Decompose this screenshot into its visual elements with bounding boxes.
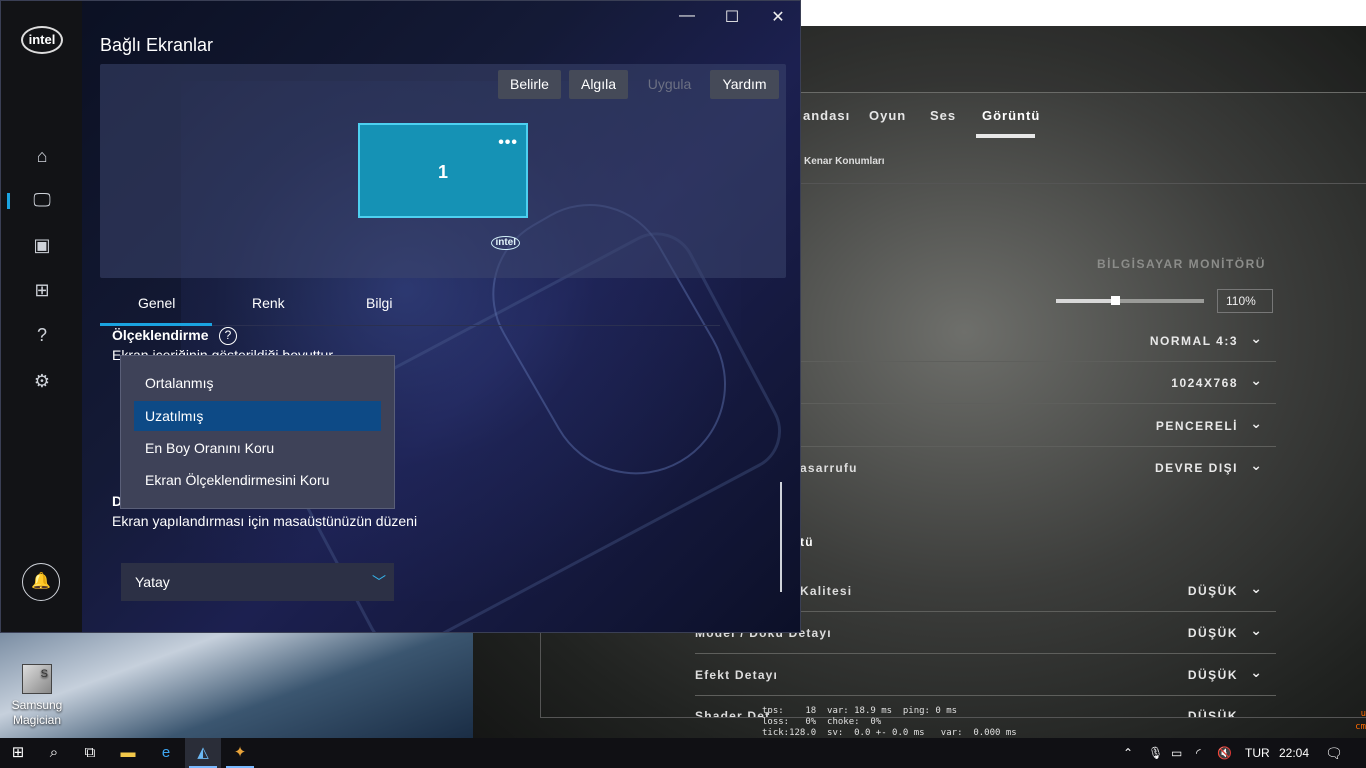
scaling-option-centered[interactable]: Ortalanmış	[134, 368, 381, 398]
minimize-button[interactable]: —	[672, 7, 702, 25]
setting-value: DÜŞÜK	[1187, 709, 1238, 717]
page-title: Bağlı Ekranlar	[100, 35, 214, 55]
orientation-select[interactable]: Yatay ﹀	[121, 563, 394, 601]
setting-value: DEVRE DIŞI	[1154, 461, 1238, 475]
chevron-down-icon: ⌄	[1250, 330, 1262, 346]
chevron-down-icon: ⌄	[1250, 415, 1262, 431]
chevron-up-icon[interactable]: ⌃	[1123, 746, 1133, 760]
more-options-icon[interactable]: •••	[498, 95, 518, 190]
settings-icon[interactable]: ⚙	[29, 368, 55, 394]
chevron-down-icon: ⌄	[1250, 457, 1262, 473]
setting-label: Kalitesi	[800, 584, 853, 598]
intel-logo: intel	[21, 26, 63, 54]
scaling-title: Ölçeklendirme	[112, 327, 209, 343]
language-indicator[interactable]: TUR	[1245, 746, 1270, 760]
display-tile-1[interactable]: 1 ••• intel	[358, 123, 528, 250]
setting-label: Efekt Detayı	[695, 668, 779, 682]
help-icon[interactable]: ?	[29, 322, 55, 348]
scaling-option-keep-aspect[interactable]: En Boy Oranını Koru	[134, 433, 381, 463]
display-number: 1	[437, 162, 448, 182]
setting-value: PENCERELİ	[1155, 419, 1238, 433]
scaling-dropdown-menu: Ortalanmış Uzatılmış En Boy Oranını Koru…	[120, 355, 395, 509]
search-icon[interactable]: ⌕	[36, 738, 72, 768]
desktop-wallpaper	[0, 632, 473, 738]
setting-value: DÜŞÜK	[1187, 668, 1238, 682]
apply-button[interactable]: Uygula	[638, 70, 701, 99]
game-subnav-item[interactable]: Kenar Konumları	[804, 156, 885, 167]
close-button[interactable]: ✕	[763, 7, 793, 27]
intel-app-icon[interactable]: ◭	[185, 738, 221, 768]
chevron-down-icon: ⌄	[1250, 580, 1262, 596]
orientation-value: Yatay	[135, 574, 170, 590]
setting-value: 1024X768	[1171, 376, 1238, 390]
monitor-section-header: BİLGİSAYAR MONİTÖRÜ	[1097, 257, 1266, 271]
notification-center-icon[interactable]: 🗨	[1325, 745, 1343, 762]
video-icon[interactable]: ▣	[29, 232, 55, 258]
setting-label: asarrufu	[800, 461, 858, 475]
bell-icon[interactable]: 🔔	[22, 563, 60, 601]
scaling-help-icon[interactable]: ?	[219, 327, 237, 345]
detect-button[interactable]: Algıla	[569, 70, 628, 99]
setting-value: NORMAL 4:3	[1149, 334, 1238, 348]
edge-icon[interactable]: e	[148, 738, 184, 768]
setting-value: DÜŞÜK	[1187, 584, 1238, 598]
brightness-value[interactable]: 110%	[1217, 289, 1273, 313]
console-red-text: u cm	[1355, 709, 1366, 732]
game-tab-game[interactable]: Oyun	[869, 108, 906, 123]
game-tab-controls[interactable]: andası	[803, 108, 850, 123]
game-app-icon[interactable]: ✦	[222, 738, 258, 768]
section-header-advanced: tü	[800, 535, 814, 549]
intel-graphics-window: intel ⌂ 🖵 ▣ ⊞ ? ⚙ 🔔 — ☐ ✕ Bağlı Ekranlar…	[0, 0, 801, 633]
game-tab-video[interactable]: Görüntü	[982, 108, 1040, 123]
chevron-down-icon: ⌄	[1250, 372, 1262, 388]
brightness-slider[interactable]	[1056, 296, 1204, 305]
setting-label: Shader Det	[695, 709, 771, 717]
battery-icon[interactable]: ▭	[1171, 746, 1182, 760]
windows-start-icon[interactable]: ⊞	[0, 738, 36, 768]
orientation-description: Ekran yapılandırması için masaüstünüzün …	[112, 513, 418, 529]
tab-color[interactable]: Renk	[252, 295, 285, 311]
samsung-magician-shortcut[interactable]: S Samsung Magician	[8, 664, 66, 728]
selected-indicator	[7, 193, 10, 209]
apps-icon[interactable]: ⊞	[29, 277, 55, 303]
tab-info[interactable]: Bilgi	[366, 295, 392, 311]
chevron-down-icon: ﹀	[372, 574, 386, 590]
desktop-icon-label: Samsung Magician	[11, 698, 63, 727]
chevron-down-icon: ⌄	[1250, 664, 1262, 680]
volume-muted-icon[interactable]: 🔇	[1217, 746, 1232, 760]
game-title-bar	[801, 0, 1366, 26]
active-tab-indicator	[100, 323, 212, 326]
netgraph-console: tps: 18 var: 18.9 ms ping: 0 ms loss: 0%…	[762, 706, 1017, 738]
scaling-option-keep-display[interactable]: Ekran Ölçeklendirmesini Koru	[134, 465, 381, 495]
setting-row-effect-detail[interactable]: Efekt Detayı DÜŞÜK ⌄	[695, 654, 1276, 696]
tab-general[interactable]: Genel	[138, 295, 175, 311]
setting-value: DÜŞÜK	[1187, 626, 1238, 640]
microphone-icon[interactable]: 🎙	[1148, 746, 1163, 760]
intel-badge-icon: intel	[491, 236, 520, 250]
clock[interactable]: 22:04	[1279, 746, 1309, 760]
scaling-option-stretched[interactable]: Uzatılmış	[134, 401, 381, 431]
chevron-down-icon: ⌄	[1250, 622, 1262, 638]
game-tab-sound[interactable]: Ses	[930, 108, 956, 123]
help-button[interactable]: Yardım	[710, 70, 779, 99]
slider-knob[interactable]	[1111, 296, 1121, 305]
file-explorer-icon[interactable]: ▬	[110, 738, 146, 768]
taskbar: ⊞ ⌕ ⧉ ▬ e ◭ ✦ ⌃ 🎙 ▭ ◜ 🔇 TUR 22:04 🗨	[0, 738, 1366, 768]
active-tab-indicator	[976, 134, 1035, 138]
display-icon[interactable]: 🖵	[29, 187, 55, 213]
samsung-magician-icon: S	[22, 664, 52, 694]
sidebar: intel ⌂ 🖵 ▣ ⊞ ? ⚙ 🔔	[1, 1, 82, 632]
maximize-button[interactable]: ☐	[717, 7, 747, 27]
scrollbar[interactable]	[780, 482, 782, 592]
home-icon[interactable]: ⌂	[29, 143, 55, 169]
wifi-icon[interactable]: ◜	[1196, 746, 1201, 760]
task-view-icon[interactable]: ⧉	[72, 738, 108, 768]
